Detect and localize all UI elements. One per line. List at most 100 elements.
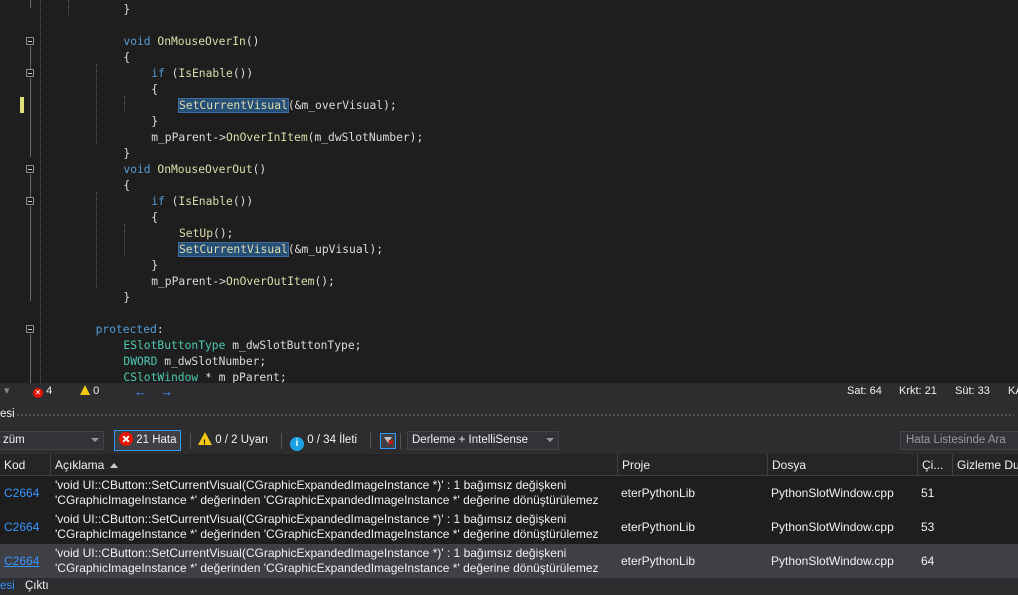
tab-output[interactable]: Çıktı	[25, 578, 49, 595]
code-line[interactable]: }	[123, 2, 130, 18]
error-code-link[interactable]: C2664	[4, 476, 39, 510]
messages-filter-button[interactable]: i 0 / 34 İleti	[286, 430, 361, 451]
warning-count[interactable]: 0	[80, 383, 99, 400]
errors-filter-button[interactable]: 21 Hata	[114, 430, 182, 451]
code-line[interactable]: ESlotButtonType m_dwSlotButtonType;	[123, 338, 361, 354]
code-line[interactable]: {	[123, 50, 130, 66]
fold-line	[30, 174, 31, 197]
zoom-marker[interactable]: ▾	[4, 383, 10, 400]
clear-filter-button[interactable]	[376, 432, 400, 454]
error-list-search-input[interactable]: Hata Listesinde Ara	[900, 431, 1018, 450]
code-line[interactable]: if (IsEnable())	[151, 194, 253, 210]
table-row[interactable]: C2664 'void UI::CButton::SetCurrentVisua…	[0, 476, 1018, 510]
error-count[interactable]: ✕ 4	[33, 383, 52, 400]
collapse-icon[interactable]	[26, 197, 34, 205]
code-token: m_pParent	[151, 131, 213, 144]
code-token: SetCurrentVisual	[178, 98, 289, 113]
code-line[interactable]: }	[123, 290, 130, 306]
error-list-header: Kod Açıklama Proje Dosya Çi... Gizleme D…	[0, 454, 1018, 476]
separator	[400, 433, 401, 449]
sort-ascending-icon	[110, 463, 119, 468]
code-line[interactable]: {	[123, 178, 130, 194]
code-token: ->	[212, 275, 227, 288]
code-line[interactable]: if (IsEnable())	[151, 66, 253, 82]
collapse-icon[interactable]	[26, 69, 34, 77]
indent-guide	[40, 0, 41, 383]
code-line[interactable]: {	[151, 82, 158, 98]
description-line: 'void UI::CButton::SetCurrentVisual(CGra…	[55, 546, 567, 560]
code-line[interactable]: void OnMouseOverIn()	[123, 34, 259, 50]
code-token: IsEnable	[178, 195, 233, 208]
header-label: Gizleme Du	[957, 458, 1018, 472]
description-line: 'void UI::CButton::SetCurrentVisual(CGra…	[55, 478, 567, 492]
column-header-project[interactable]: Proje	[617, 454, 767, 476]
header-label: Dosya	[772, 458, 807, 472]
drag-grip[interactable]	[16, 413, 1014, 417]
code-line[interactable]: }	[123, 146, 130, 162]
back-arrow-icon[interactable]: ←	[134, 383, 147, 400]
fold-line	[30, 334, 31, 383]
code-token: void	[123, 163, 158, 176]
description-line: 'CGraphicImageInstance *' değerinden 'CG…	[55, 561, 599, 575]
column-header-suppression[interactable]: Gizleme Du	[952, 454, 1018, 476]
code-line[interactable]: SetCurrentVisual(&m_overVisual);	[178, 98, 397, 114]
warnings-filter-button[interactable]: 0 / 2 Uyarı	[194, 430, 272, 454]
column-indicator: Süt: 33	[955, 385, 990, 397]
code-token: * m_pParent;	[205, 371, 287, 383]
project-cell: eterPythonLib	[621, 486, 696, 500]
info-icon: i	[290, 437, 304, 451]
line-cell: 51	[921, 486, 935, 500]
code-line[interactable]: m_pParent->OnOverOutItem();	[151, 274, 335, 290]
code-editor[interactable]: } void OnMouseOverIn(){if (IsEnable()){Se…	[0, 0, 1018, 383]
build-filter-dropdown[interactable]: Derleme + IntelliSense	[407, 431, 559, 450]
warning-icon	[198, 432, 212, 454]
forward-arrow-icon[interactable]: →	[160, 383, 173, 400]
code-token: ())	[232, 67, 254, 80]
column-header-description[interactable]: Açıklama	[50, 454, 617, 476]
code-line[interactable]: }	[151, 114, 158, 130]
code-token: void	[123, 35, 158, 48]
project-cell: eterPythonLib	[621, 554, 696, 568]
code-token: }	[123, 147, 131, 160]
code-token: CSlotWindow	[123, 371, 206, 383]
tab-error-list[interactable]: esi	[0, 578, 15, 595]
code-line[interactable]: m_pParent->OnOverInItem(m_dwSlotNumber);	[151, 130, 423, 146]
code-token: if	[151, 195, 172, 208]
code-token: OnOverOutItem	[226, 275, 315, 288]
table-row-selected[interactable]: C2664 'void UI::CButton::SetCurrentVisua…	[0, 544, 1018, 578]
code-token: m_dwSlotNumber	[314, 131, 410, 144]
collapse-icon[interactable]	[26, 165, 34, 173]
column-header-file[interactable]: Dosya	[767, 454, 917, 476]
error-list-toolbar: züm 21 Hata 0 / 2 Uyarı i 0 / 34 İleti D…	[0, 428, 1018, 454]
collapse-icon[interactable]	[26, 325, 34, 333]
code-line[interactable]: DWORD m_dwSlotNumber;	[123, 354, 266, 370]
error-code-link[interactable]: C2664	[4, 544, 39, 578]
collapse-icon[interactable]	[26, 37, 34, 45]
scope-dropdown[interactable]: züm	[0, 431, 104, 450]
code-token: ();	[213, 227, 234, 240]
description-line: 'CGraphicImageInstance *' değerinden 'CG…	[55, 527, 599, 541]
code-token: protected	[95, 323, 157, 336]
code-line[interactable]: protected:	[96, 322, 164, 338]
code-line[interactable]: void OnMouseOverOut()	[123, 162, 266, 178]
warning-icon	[80, 385, 90, 395]
fold-line	[30, 78, 31, 157]
change-marker	[20, 97, 24, 113]
column-header-code[interactable]: Kod	[0, 454, 50, 476]
code-token: ()	[252, 163, 267, 176]
header-label: Kod	[4, 458, 26, 472]
error-list-title-bar[interactable]: esi	[0, 400, 1018, 428]
code-line[interactable]: {	[151, 210, 158, 226]
code-line[interactable]: }	[151, 258, 158, 274]
char-indicator: Krkt: 21	[899, 385, 937, 397]
indent-guide	[68, 0, 69, 16]
code-line[interactable]: CSlotWindow * m_pParent;	[123, 370, 286, 383]
column-header-line[interactable]: Çi...	[917, 454, 952, 476]
error-code-link[interactable]: C2664	[4, 510, 39, 544]
table-row[interactable]: C2664 'void UI::CButton::SetCurrentVisua…	[0, 510, 1018, 544]
panel-title: esi	[0, 408, 15, 420]
code-line[interactable]: SetUp();	[179, 226, 233, 242]
code-token: m_dwSlotButtonType;	[232, 339, 362, 352]
code-token: ()	[245, 35, 260, 48]
code-line[interactable]: SetCurrentVisual(&m_upVisual);	[178, 242, 383, 258]
